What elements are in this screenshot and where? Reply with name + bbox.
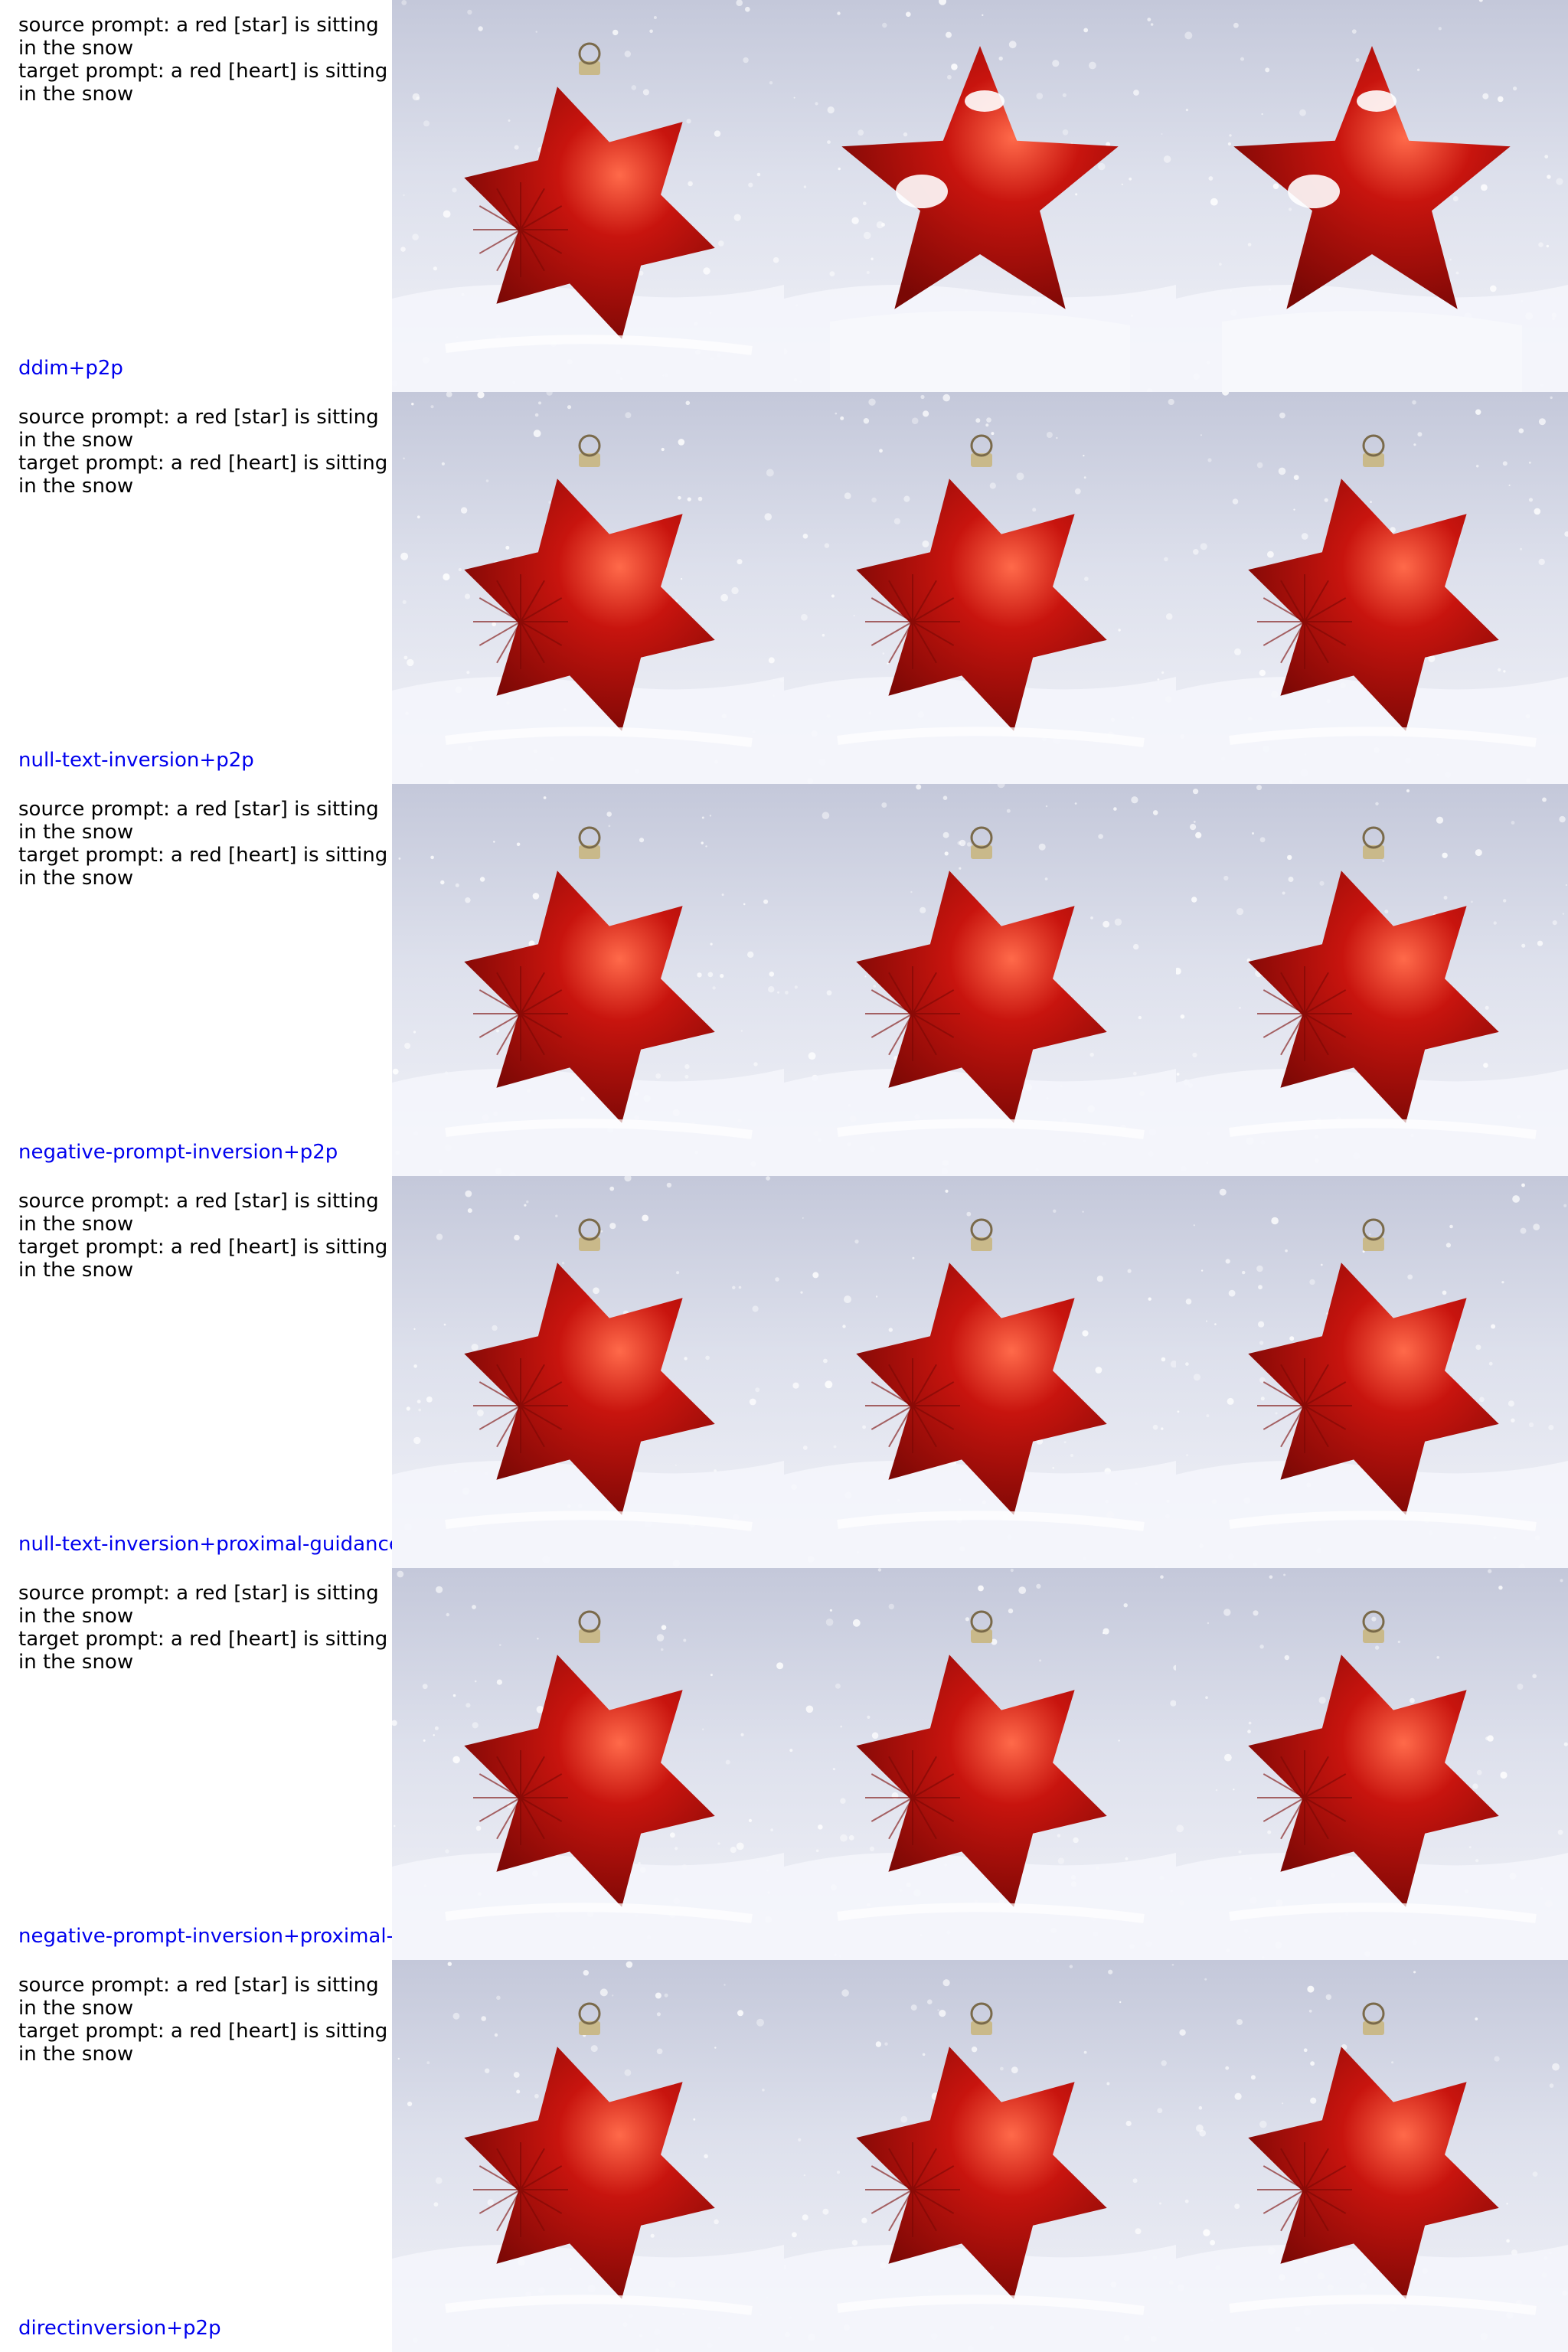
- prompt-text: source prompt: a red [star] is sitting i…: [18, 798, 390, 890]
- result-image-cell: [784, 1176, 1176, 1568]
- prompt-text: source prompt: a red [star] is sitting i…: [18, 1190, 390, 1282]
- snowy-star-ornament-image: [392, 1960, 784, 2352]
- snowy-star-ornament-image: [392, 392, 784, 784]
- result-image-cell: [784, 784, 1176, 1176]
- prompt-text: source prompt: a red [star] is sitting i…: [18, 14, 390, 106]
- comparison-grid: source prompt: a red [star] is sitting i…: [0, 0, 1568, 2352]
- method-label: negative-prompt-inversion+proximal-g: [18, 1925, 392, 1948]
- target-prompt: target prompt: a red [heart] is sitting …: [18, 844, 388, 890]
- source-prompt: source prompt: a red [star] is sitting i…: [18, 798, 379, 844]
- snowy-star-ornament-image: [1176, 1960, 1568, 2352]
- row-label-cell: source prompt: a red [star] is sitting i…: [0, 0, 392, 392]
- snowy-star-ornament-image: [392, 784, 784, 1176]
- comparison-row: source prompt: a red [star] is sitting i…: [0, 1960, 1568, 2352]
- comparison-row: source prompt: a red [star] is sitting i…: [0, 784, 1568, 1176]
- result-image-cell: [392, 392, 784, 784]
- result-image-cell: [392, 784, 784, 1176]
- method-label: null-text-inversion+proximal-guidance: [18, 1533, 392, 1556]
- source-prompt: source prompt: a red [star] is sitting i…: [18, 406, 379, 452]
- snowy-star-ornament-image: [392, 1568, 784, 1960]
- source-prompt: source prompt: a red [star] is sitting i…: [18, 14, 379, 60]
- result-image-cell: [1176, 1568, 1568, 1960]
- source-prompt: source prompt: a red [star] is sitting i…: [18, 1190, 379, 1236]
- prompt-text: source prompt: a red [star] is sitting i…: [18, 1974, 390, 2066]
- snowy-star-ornament-image: [784, 392, 1176, 784]
- snowy-star-ornament-image: [784, 1960, 1176, 2352]
- target-prompt: target prompt: a red [heart] is sitting …: [18, 60, 388, 106]
- result-image-cell: [1176, 784, 1568, 1176]
- target-prompt: target prompt: a red [heart] is sitting …: [18, 2020, 388, 2066]
- row-label-cell: source prompt: a red [star] is sitting i…: [0, 784, 392, 1176]
- result-image-cell: [784, 1960, 1176, 2352]
- red-fabric-star-in-snow-image: [1176, 0, 1568, 392]
- result-image-cell: [1176, 0, 1568, 392]
- target-prompt: target prompt: a red [heart] is sitting …: [18, 1236, 388, 1282]
- source-prompt: source prompt: a red [star] is sitting i…: [18, 1974, 379, 2020]
- row-label-cell: source prompt: a red [star] is sitting i…: [0, 1176, 392, 1568]
- prompt-text: source prompt: a red [star] is sitting i…: [18, 1582, 390, 1674]
- row-label-cell: source prompt: a red [star] is sitting i…: [0, 392, 392, 784]
- result-image-cell: [1176, 392, 1568, 784]
- result-image-cell: [784, 1568, 1176, 1960]
- method-label: ddim+p2p: [18, 357, 123, 380]
- snowy-star-ornament-image: [392, 0, 784, 392]
- comparison-row: source prompt: a red [star] is sitting i…: [0, 1568, 1568, 1960]
- source-prompt: source prompt: a red [star] is sitting i…: [18, 1582, 379, 1628]
- method-label: negative-prompt-inversion+p2p: [18, 1141, 338, 1164]
- method-label: null-text-inversion+p2p: [18, 749, 254, 772]
- target-prompt: target prompt: a red [heart] is sitting …: [18, 452, 388, 498]
- snowy-star-ornament-image: [1176, 392, 1568, 784]
- prompt-text: source prompt: a red [star] is sitting i…: [18, 406, 390, 498]
- comparison-row: source prompt: a red [star] is sitting i…: [0, 0, 1568, 392]
- target-prompt: target prompt: a red [heart] is sitting …: [18, 1628, 388, 1674]
- snowy-star-ornament-image: [392, 1176, 784, 1568]
- row-label-cell: source prompt: a red [star] is sitting i…: [0, 1960, 392, 2352]
- snowy-star-ornament-image: [1176, 1176, 1568, 1568]
- red-fabric-star-in-snow-image: [784, 0, 1176, 392]
- method-label: directinversion+p2p: [18, 2317, 221, 2340]
- result-image-cell: [392, 1176, 784, 1568]
- result-image-cell: [1176, 1960, 1568, 2352]
- snowy-star-ornament-image: [1176, 1568, 1568, 1960]
- snowy-star-ornament-image: [1176, 784, 1568, 1176]
- result-image-cell: [392, 0, 784, 392]
- snowy-star-ornament-image: [784, 784, 1176, 1176]
- comparison-row: source prompt: a red [star] is sitting i…: [0, 1176, 1568, 1568]
- result-image-cell: [392, 1568, 784, 1960]
- result-image-cell: [1176, 1176, 1568, 1568]
- result-image-cell: [784, 392, 1176, 784]
- snowy-star-ornament-image: [784, 1176, 1176, 1568]
- comparison-row: source prompt: a red [star] is sitting i…: [0, 392, 1568, 784]
- snowy-star-ornament-image: [784, 1568, 1176, 1960]
- result-image-cell: [784, 0, 1176, 392]
- row-label-cell: source prompt: a red [star] is sitting i…: [0, 1568, 392, 1960]
- result-image-cell: [392, 1960, 784, 2352]
